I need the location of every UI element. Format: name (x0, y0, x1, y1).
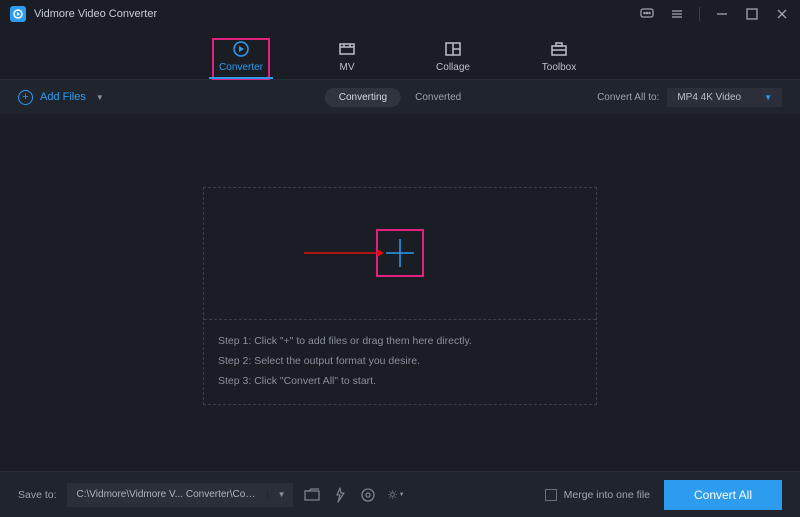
instructions: Step 1: Click "+" to add files or drag t… (204, 320, 596, 404)
hardware-accel-button[interactable] (331, 486, 349, 504)
mv-icon (337, 39, 357, 59)
merge-checkbox[interactable]: Merge into one file (545, 489, 650, 501)
merge-label: Merge into one file (564, 489, 650, 501)
dropzone-top (204, 188, 596, 320)
dropzone[interactable]: Step 1: Click "+" to add files or drag t… (203, 187, 597, 405)
arrow-icon (304, 247, 384, 259)
chevron-down-icon: ▼ (96, 93, 104, 102)
feedback-icon[interactable] (639, 6, 655, 22)
subbar: + Add Files ▼ Converting Converted Conve… (0, 80, 800, 114)
minimize-button[interactable] (714, 6, 730, 22)
app-title: Vidmore Video Converter (34, 8, 157, 20)
high-speed-button[interactable] (359, 486, 377, 504)
app-logo (10, 6, 26, 22)
save-path[interactable]: C:\Vidmore\Vidmore V... Converter\Conver… (67, 489, 267, 500)
close-button[interactable] (774, 6, 790, 22)
footer: Save to: C:\Vidmore\Vidmore V... Convert… (0, 471, 800, 517)
chevron-down-icon: ▼ (278, 490, 286, 499)
tab-mv[interactable]: MV (319, 39, 375, 79)
format-select[interactable]: MP4 4K Video ▼ (667, 88, 782, 107)
tab-converter[interactable]: Converter (213, 39, 269, 79)
plus-circle-icon: + (18, 90, 33, 105)
step2-text: Step 2: Select the output format you des… (218, 352, 582, 372)
converter-icon (231, 39, 251, 59)
open-folder-button[interactable] (303, 486, 321, 504)
save-to-label: Save to: (18, 489, 57, 501)
format-value: MP4 4K Video (677, 92, 741, 103)
add-files-button[interactable]: + Add Files ▼ (18, 90, 104, 105)
add-files-label: Add Files (40, 91, 86, 103)
step3-text: Step 3: Click "Convert All" to start. (218, 372, 582, 392)
tab-label: Toolbox (542, 62, 576, 73)
tab-label: MV (340, 62, 355, 73)
chevron-down-icon: ▼ (764, 93, 772, 102)
settings-button[interactable]: ▼ (387, 486, 405, 504)
divider (699, 7, 700, 21)
collage-icon (443, 39, 463, 59)
save-path-dropdown[interactable]: ▼ (267, 490, 293, 499)
chevron-down-icon: ▼ (399, 492, 405, 498)
main-area: Step 1: Click "+" to add files or drag t… (0, 114, 800, 469)
tab-toolbox[interactable]: Toolbox (531, 39, 587, 79)
titlebar: Vidmore Video Converter (0, 0, 800, 28)
convert-all-button[interactable]: Convert All (664, 480, 782, 510)
subtab-converting[interactable]: Converting (325, 88, 401, 107)
save-path-box: C:\Vidmore\Vidmore V... Converter\Conver… (67, 483, 293, 507)
subtab-converted[interactable]: Converted (401, 88, 475, 107)
toolbox-icon (549, 39, 569, 59)
maximize-button[interactable] (744, 6, 760, 22)
main-tabs: Converter MV Collage Toolbox (0, 28, 800, 80)
tab-collage[interactable]: Collage (425, 39, 481, 79)
tab-label: Collage (436, 62, 470, 73)
convert-all-to-label: Convert All to: (597, 92, 659, 103)
plus-icon (382, 235, 418, 271)
menu-icon[interactable] (669, 6, 685, 22)
tab-label: Converter (219, 62, 263, 73)
step1-text: Step 1: Click "+" to add files or drag t… (218, 332, 582, 352)
checkbox-icon (545, 489, 557, 501)
